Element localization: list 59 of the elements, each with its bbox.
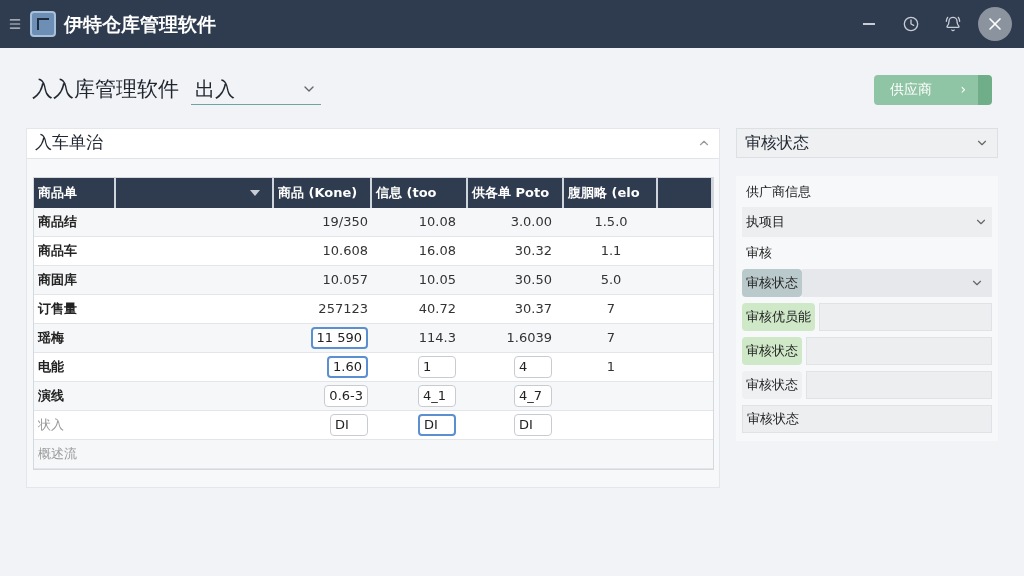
table-cell-text: 30.32 [514,241,552,260]
table-cell-text: 1.1 [600,241,622,260]
select-field[interactable] [802,268,992,297]
table-cell-text: 19/350 [322,212,368,231]
cell-input[interactable]: 11 590 [310,326,368,349]
field-label: 审核状态 [742,268,802,297]
minimize-icon [863,23,875,25]
table-cell-text: 16.08 [418,241,456,260]
project-select[interactable]: 执项目 [742,207,992,237]
row-label: 商品结 [38,212,77,231]
app-logo-icon [30,11,56,37]
cell-input[interactable]: 1.60 [327,355,368,378]
clock-icon [903,16,919,32]
field-label: 审核状态 [742,336,802,365]
window-title: 伊特仓库管理软件 [64,11,216,37]
row-label: 瑶梅 [38,328,64,347]
row-label: 商品车 [38,241,77,260]
mode-select[interactable]: 出入 [191,74,321,105]
cell-input[interactable]: 4 [514,355,552,378]
table-cell-text: 30.37 [514,299,552,318]
table-cell-text: 1.6039 [506,328,552,347]
menu-icon[interactable] [8,17,22,31]
table-cell-text: 257123 [318,299,368,318]
cell-input[interactable]: 4_1 [418,384,456,407]
cell-input[interactable]: 0.6-3 [324,384,368,407]
cell-input[interactable]: DI [514,413,552,436]
cell-input[interactable]: DI [418,413,456,436]
row-label: 演线 [38,386,64,405]
table-cell-text: 1 [606,357,616,376]
row-label: 概述流 [38,444,77,463]
sub-label: 审核 [745,244,773,262]
row-label: 电能 [38,357,64,376]
table-cell-text: 3.0.00 [510,212,552,231]
table-cell-text: 5.0 [600,270,622,289]
row-label: 订售量 [38,299,77,318]
field-label: 审核优员能 [742,302,815,331]
field-label: 审核状态 [742,370,802,399]
row-label: 商固库 [38,270,77,289]
bell-icon [945,16,961,32]
table-cell-text: 10.05 [418,270,456,289]
table-cell-text: 10.057 [322,270,368,289]
close-button[interactable] [978,7,1012,41]
cell-input[interactable]: DI [330,413,368,436]
table-cell-text: 10.08 [418,212,456,231]
table-cell-text: 1.5.0 [594,212,628,231]
panel-header[interactable]: 入车单治 [27,128,719,159]
table-cell-text: 7 [606,299,616,318]
page-title: 入入库管理软件 [32,76,179,103]
table-cell-text: 10.608 [322,241,368,260]
status-select[interactable]: 审核状态 [736,127,998,158]
cell-input[interactable]: 1 [418,355,456,378]
table-cell-text: 40.72 [418,299,456,318]
table-cell-text: 114.3 [418,328,456,347]
input-field[interactable]: 审核状态 [742,404,992,433]
table-cell-text: 30.50 [514,270,552,289]
table-cell-text: 7 [606,328,616,347]
section-label: 供广商信息 [745,182,812,201]
cell-input[interactable]: 4_7 [514,384,552,407]
row-label: 状入 [38,415,64,434]
